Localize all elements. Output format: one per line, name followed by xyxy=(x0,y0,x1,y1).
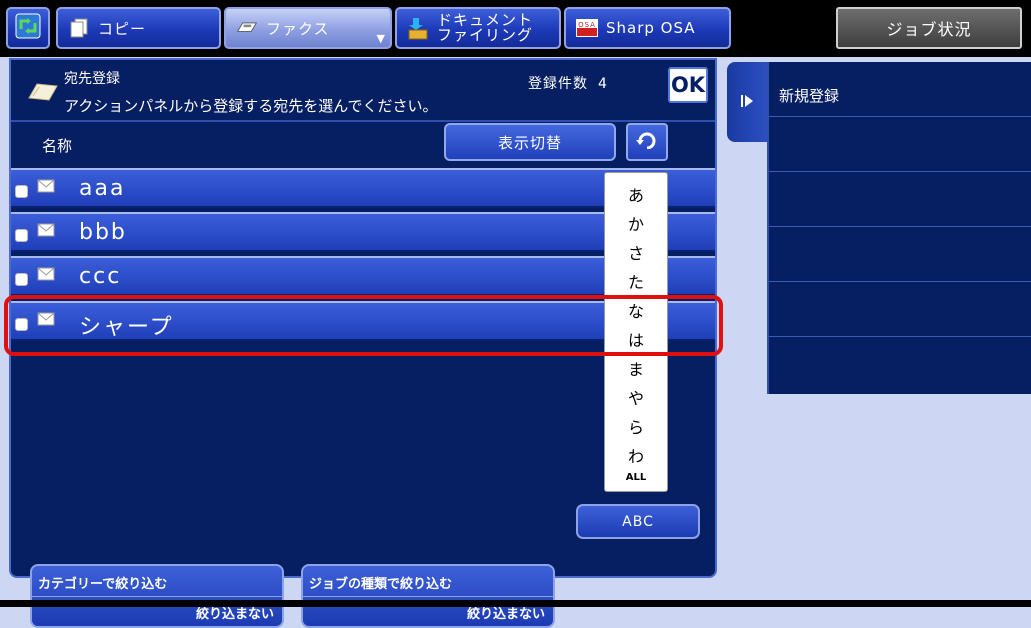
tab-sharp-osa-label: Sharp OSA xyxy=(606,19,696,37)
row-name: ccc xyxy=(79,264,122,289)
index-char[interactable]: さ xyxy=(628,240,644,264)
fax-icon xyxy=(236,17,258,39)
tab-copy-label: コピー xyxy=(98,19,147,38)
row-checkbox[interactable] xyxy=(15,185,28,198)
index-char[interactable]: ら xyxy=(628,414,644,438)
bottom-border xyxy=(0,600,1031,607)
action-panel: 新規登録 xyxy=(767,62,1031,394)
row-name: aaa xyxy=(79,176,126,201)
action-item xyxy=(769,172,1031,227)
abc-button[interactable]: ABC xyxy=(576,504,700,539)
index-char[interactable]: あ xyxy=(628,182,644,206)
selection-highlight xyxy=(4,295,723,356)
column-header-name: 名称 xyxy=(42,137,73,155)
home-icon xyxy=(13,11,43,45)
top-tab-bar: コピー ファクス ▼ ドキュメント ファイリング OSA Sharp OSA ジ… xyxy=(0,0,1031,57)
index-char[interactable]: た xyxy=(628,269,644,293)
undo-button[interactable] xyxy=(626,123,668,161)
play-arrow-icon xyxy=(740,93,754,112)
undo-icon xyxy=(636,131,658,153)
tab-fax-label: ファクス xyxy=(266,19,330,38)
job-status-label: ジョブ状況 xyxy=(886,20,972,39)
tab-docfiling-line2: ファイリング xyxy=(437,26,534,44)
action-panel-toggle[interactable] xyxy=(727,62,767,142)
address-book-icon xyxy=(27,80,59,106)
job-status-button[interactable]: ジョブ状況 xyxy=(836,7,1022,49)
copy-icon xyxy=(68,17,90,39)
category-filter-button[interactable]: カテゴリーで絞り込む 絞り込まない xyxy=(30,564,284,628)
index-all[interactable]: ALL xyxy=(626,472,646,483)
registration-count: 登録件数 4 xyxy=(528,73,608,93)
action-item xyxy=(769,117,1031,172)
instruction-message: アクションパネルから登録する宛先を選んでください。 xyxy=(64,97,438,115)
tab-sharp-osa[interactable]: OSA Sharp OSA xyxy=(564,7,731,49)
osa-icon-text: OSA xyxy=(578,21,596,29)
row-name: bbb xyxy=(79,220,127,245)
row-checkbox[interactable] xyxy=(15,273,28,286)
category-filter-label: カテゴリーで絞り込む xyxy=(38,577,168,592)
jobtype-filter-button[interactable]: ジョブの種類で絞り込む 絞り込まない xyxy=(301,564,555,628)
ok-label: OK xyxy=(670,73,706,97)
home-tab[interactable] xyxy=(6,7,50,49)
index-char[interactable]: や xyxy=(628,385,644,409)
action-item-label: 新規登録 xyxy=(779,87,840,105)
page-title: 宛先登録 xyxy=(64,71,120,87)
index-char[interactable]: ま xyxy=(628,356,644,380)
tab-document-filing[interactable]: ドキュメント ファイリング xyxy=(395,7,561,49)
index-char[interactable]: か xyxy=(628,211,644,235)
registration-count-value: 4 xyxy=(598,76,608,92)
tab-copy[interactable]: コピー xyxy=(56,7,221,49)
document-filing-icon xyxy=(407,17,429,40)
mail-icon xyxy=(37,266,55,285)
header-divider xyxy=(11,120,715,122)
display-toggle-button[interactable]: 表示切替 xyxy=(444,123,616,161)
action-new-registration[interactable]: 新規登録 xyxy=(769,62,1031,117)
display-toggle-label: 表示切替 xyxy=(497,133,562,152)
action-item xyxy=(769,227,1031,282)
registration-count-label: 登録件数 xyxy=(528,76,588,92)
action-item xyxy=(769,337,1031,392)
index-char[interactable]: わ xyxy=(628,443,644,467)
chevron-down-icon: ▼ xyxy=(376,32,386,45)
osa-icon: OSA xyxy=(576,17,598,39)
row-checkbox[interactable] xyxy=(15,229,28,242)
ok-button[interactable]: OK xyxy=(668,67,708,103)
mail-icon xyxy=(37,178,55,197)
jobtype-filter-label: ジョブの種類で絞り込む xyxy=(309,577,453,592)
abc-label: ABC xyxy=(622,513,654,530)
tab-fax[interactable]: ファクス ▼ xyxy=(224,7,392,49)
mail-icon xyxy=(37,222,55,241)
action-item xyxy=(769,282,1031,337)
